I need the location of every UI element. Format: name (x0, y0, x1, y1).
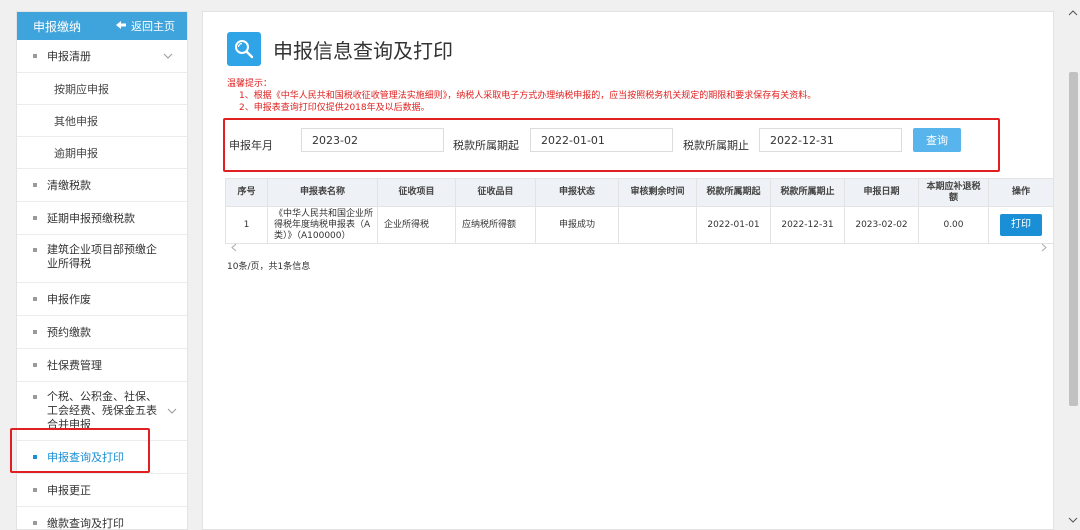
sidebar-item-label: 申报作废 (47, 293, 91, 306)
sidebar-item-tax-payment[interactable]: 清缴税款 (17, 169, 187, 202)
tips-line: 2、申报表查询打印仅提供2018年及以后数据。 (239, 103, 430, 113)
sidebar-item-label: 社保费管理 (47, 359, 102, 372)
sidebar-item-declaration-list[interactable]: 申报清册 (17, 40, 187, 73)
period-end-input[interactable]: 2022-12-31 (759, 128, 902, 152)
page-title-text: 申报信息查询及打印 (273, 38, 453, 63)
sidebar-item-label: 申报清册 (47, 50, 91, 63)
col-header: 征收品目 (455, 178, 536, 207)
cell-form-name: 《中华人民共和国企业所得税年度纳税申报表（A类）》（A100000） (267, 206, 378, 244)
col-header: 税款所属期起 (696, 178, 771, 207)
period-start-input[interactable]: 2022-01-01 (530, 128, 673, 152)
bullet-icon (33, 297, 37, 301)
tips-heading: 温馨提示： (227, 79, 273, 89)
sidebar-subitem-other[interactable]: 其他申报 (17, 105, 187, 137)
sidebar-item-social-insurance[interactable]: 社保费管理 (17, 349, 187, 382)
back-home-label: 返回主页 (131, 20, 175, 33)
sidebar-item-label: 清缴税款 (47, 179, 91, 192)
col-header: 本期应补退税额 (918, 178, 989, 207)
sidebar-subitem-overdue[interactable]: 逾期申报 (17, 137, 187, 169)
search-icon (227, 32, 261, 66)
year-month-input[interactable]: 2023-02 (301, 128, 444, 152)
cell-declare-date: 2023-02-02 (844, 206, 919, 244)
col-header: 序号 (225, 178, 268, 207)
vertical-scrollbar[interactable] (1066, 0, 1080, 530)
sidebar-item-five-in-one[interactable]: 个税、公积金、社保、工会经费、残保金五表合并申报 (17, 382, 187, 441)
cell-action: 打印 (988, 206, 1054, 244)
col-header: 审核剩余时间 (618, 178, 697, 207)
chevron-right-icon[interactable] (1041, 243, 1047, 255)
sidebar-item-deferred[interactable]: 延期申报预缴税款 (17, 202, 187, 235)
query-button[interactable]: 查询 (913, 128, 961, 152)
cell-sub-item: 应纳税所得额 (455, 206, 536, 244)
cell-amount: 0.00 (918, 206, 989, 244)
print-button[interactable]: 打印 (1000, 214, 1042, 236)
bullet-icon (33, 395, 37, 399)
scrollbar-thumb[interactable] (1069, 72, 1078, 406)
bullet-icon (33, 363, 37, 367)
bullet-icon (33, 248, 37, 252)
cell-item: 企业所得税 (377, 206, 456, 244)
page-title: 申报信息查询及打印 (227, 32, 453, 66)
bullet-icon (33, 521, 37, 525)
year-month-label: 申报年月 (229, 139, 273, 152)
period-start-label: 税款所属期起 (453, 139, 519, 152)
sidebar-item-correction[interactable]: 申报更正 (17, 474, 187, 507)
search-form: 申报年月 2023-02 税款所属期起 2022-01-01 税款所属期止 20… (223, 118, 1000, 172)
period-end-label: 税款所属期止 (683, 139, 749, 152)
chevron-down-icon (167, 405, 177, 419)
chevron-down-icon (163, 51, 173, 62)
bullet-icon (33, 216, 37, 220)
pagination-info: 10条/页，共1条信息 (227, 262, 311, 272)
col-header: 申报状态 (535, 178, 619, 207)
cell-period-end: 2022-12-31 (770, 206, 845, 244)
bullet-icon (33, 54, 37, 58)
sidebar-title: 申报缴纳 (33, 19, 82, 34)
sidebar-item-label: 延期申报预缴税款 (47, 212, 135, 225)
tips: 温馨提示： 1、根据《中华人民共和国税收征收管理法实施细则》，纳税人采取电子方式… (227, 78, 816, 114)
col-header: 税款所属期止 (770, 178, 845, 207)
back-arrow-icon (115, 20, 127, 33)
cell-remaining (618, 206, 697, 244)
chevron-left-icon[interactable] (231, 243, 237, 255)
cell-period-start: 2022-01-01 (696, 206, 771, 244)
sidebar-item-label: 申报查询及打印 (47, 451, 124, 464)
results-table: 序号 申报表名称 征收项目 征收品目 申报状态 审核剩余时间 税款所属期起 税款… (225, 178, 1054, 244)
sidebar-item-label: 个税、公积金、社保、工会经费、残保金五表合并申报 (47, 390, 157, 431)
sidebar-item-payment-query[interactable]: 缴款查询及打印 (17, 507, 187, 530)
table-row: 1 《中华人民共和国企业所得税年度纳税申报表（A类）》（A100000） 企业所… (225, 206, 1054, 244)
sidebar-item-void[interactable]: 申报作废 (17, 283, 187, 316)
cell-status: 申报成功 (535, 206, 619, 244)
tips-line: 1、根据《中华人民共和国税收征收管理法实施细则》，纳税人采取电子方式办理纳税申报… (239, 91, 817, 101)
chevron-up-icon[interactable] (1068, 8, 1078, 19)
back-home-link[interactable]: 返回主页 (115, 18, 175, 34)
bullet-icon (33, 455, 37, 459)
horizontal-scrollbar[interactable] (225, 243, 1053, 256)
col-header: 征收项目 (377, 178, 456, 207)
sidebar-item-query-print[interactable]: 申报查询及打印 (17, 441, 187, 474)
sidebar-header: 申报缴纳 返回主页 (17, 12, 187, 40)
bullet-icon (33, 183, 37, 187)
sidebar-subitem-periodic[interactable]: 按期应申报 (17, 73, 187, 105)
col-header: 申报表名称 (267, 178, 378, 207)
sidebar-item-construction-prepay[interactable]: 建筑企业项目部预缴企业所得税 (17, 235, 187, 283)
sidebar-item-scheduled-payment[interactable]: 预约缴款 (17, 316, 187, 349)
sidebar-item-label: 预约缴款 (47, 326, 91, 339)
col-header: 申报日期 (844, 178, 919, 207)
bullet-icon (33, 488, 37, 492)
table-header-row: 序号 申报表名称 征收项目 征收品目 申报状态 审核剩余时间 税款所属期起 税款… (225, 178, 1054, 207)
col-header: 操作 (988, 178, 1054, 207)
sidebar-item-label: 缴款查询及打印 (47, 517, 124, 530)
sidebar: 申报缴纳 返回主页 申报清册 按期应申报 其他申报 逾期申报 清缴税款 延期申报… (16, 11, 188, 530)
cell-index: 1 (225, 206, 268, 244)
sidebar-item-label: 申报更正 (47, 484, 91, 497)
bullet-icon (33, 330, 37, 334)
chevron-down-icon[interactable] (1068, 515, 1078, 526)
main-panel: 申报信息查询及打印 温馨提示： 1、根据《中华人民共和国税收征收管理法实施细则》… (202, 11, 1054, 530)
sidebar-item-label: 建筑企业项目部预缴企业所得税 (47, 243, 157, 270)
